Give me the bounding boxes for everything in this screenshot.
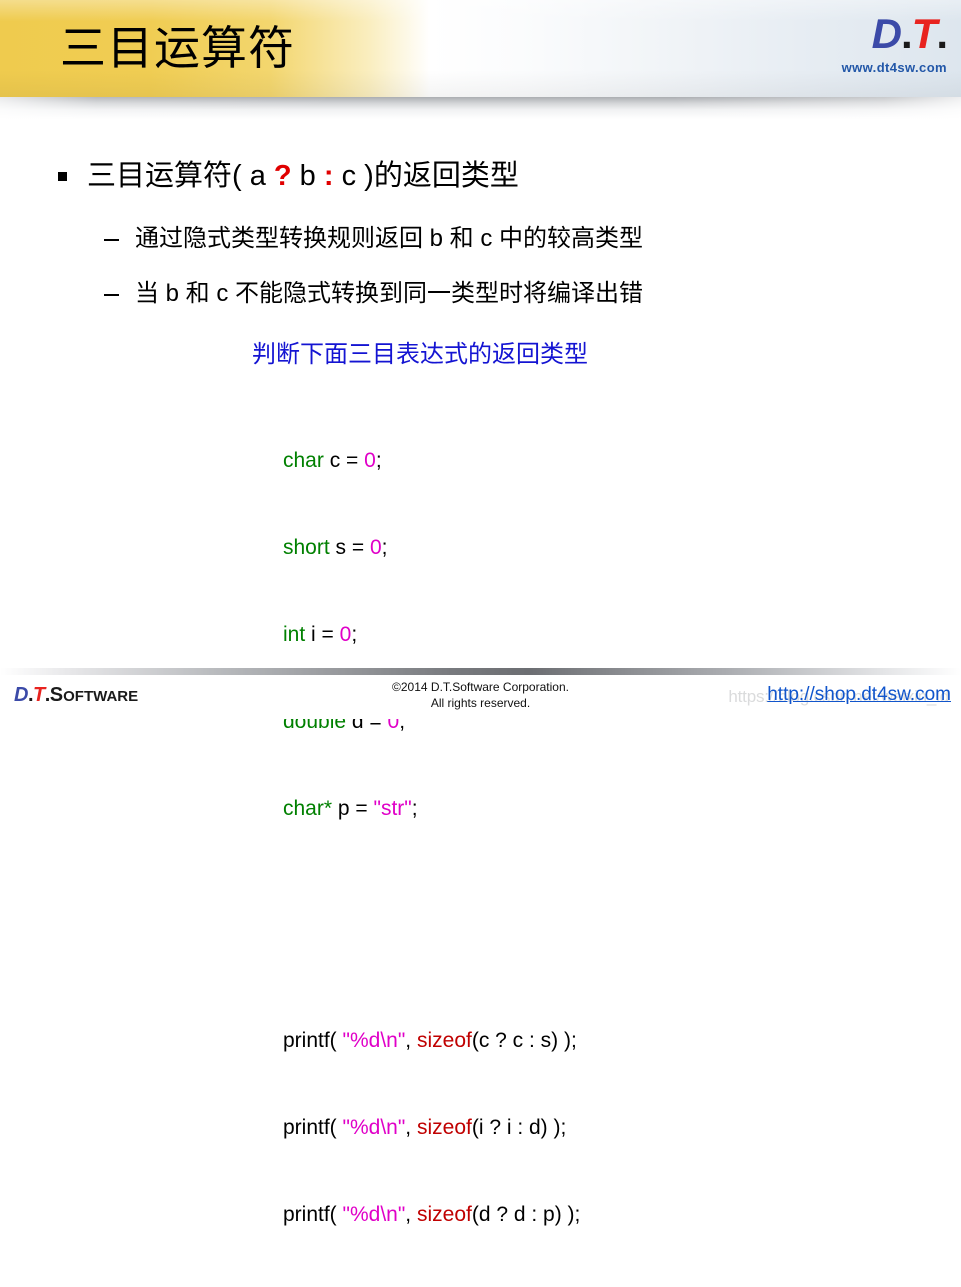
code-line: printf( "%d\n", sizeof(i ? i : d) ); [283, 1113, 580, 1142]
logo-dot-2: . [936, 10, 948, 57]
shop-link-container: https://blog.csdn.net/weixin_id http://s… [728, 683, 951, 709]
square-bullet-icon [58, 172, 67, 181]
code-line: int i = 0; [283, 620, 580, 649]
bullet-level2-2: 当 b 和 c 不能隐式转换到同一类型时将编译出错 [104, 277, 643, 311]
code-block: char c = 0; short s = 0; int i = 0; doub… [283, 388, 580, 1287]
bullet-text-suffix: c )的返回类型 [333, 160, 519, 192]
code-literal: 0 [369, 536, 382, 559]
code-text: , [405, 1116, 417, 1139]
bullet-level1: 三目运算符( a ? b : c )的返回类型 [58, 157, 519, 195]
brand-logo-top: D.T. www.dt4sw.com [841, 10, 948, 75]
code-line: printf( "%d\n", sizeof(c ? c : s) ); [283, 1026, 580, 1055]
code-function: sizeof [416, 1029, 472, 1052]
brand-url: www.dt4sw.com [841, 60, 947, 75]
slide-body: 三目运算符( a ? b : c )的返回类型 通过隐式类型转换规则返回 b 和… [0, 119, 961, 1226]
code-text: ; [411, 797, 418, 820]
shop-url-link[interactable]: http://shop.dt4sw.com [767, 684, 951, 705]
code-section-heading: 判断下面三目表达式的返回类型 [252, 341, 588, 368]
code-literal: 0 [339, 623, 352, 646]
code-line: char* p = "str"; [283, 794, 580, 823]
code-literal: "%d\n" [342, 1203, 406, 1226]
code-line: char c = 0; [283, 446, 580, 475]
bullet-text-prefix: 三目运算符( a [87, 160, 274, 192]
code-literal: 0 [364, 449, 376, 472]
brand-logo-mark: D.T. [842, 10, 948, 57]
header-shadow-divider [0, 97, 961, 119]
code-text: c = [323, 449, 365, 472]
footer-divider [0, 668, 961, 675]
dash-bullet-icon [104, 294, 119, 296]
code-function: sizeof [416, 1203, 472, 1226]
code-text: i = [305, 623, 340, 646]
code-literal: "%d\n" [342, 1116, 406, 1139]
ternary-question-operator: ? [273, 160, 292, 192]
bullet-level2-1: 通过隐式类型转换规则返回 b 和 c 中的较高类型 [104, 222, 643, 256]
code-literal: "str" [373, 797, 412, 820]
slide-footer: D.T.SOFTWARE ©2014 D.T.Software Corporat… [0, 675, 961, 719]
code-text: (i ? i : d) ); [471, 1116, 567, 1139]
slide-header: 三目运算符 D.T. www.dt4sw.com [0, 0, 961, 97]
code-keyword: short [283, 536, 330, 559]
bullet-level1-text: 三目运算符( a ? b : c )的返回类型 [87, 157, 519, 195]
code-line: printf( "%d\n", sizeof(d ? d : p) ); [283, 1200, 580, 1229]
ternary-colon-operator: : [323, 160, 334, 192]
bullet-level2-2-text: 当 b 和 c 不能隐式转换到同一类型时将编译出错 [135, 280, 644, 307]
code-text: (d ? d : p) ); [471, 1203, 581, 1226]
code-text: ; [375, 449, 382, 472]
code-text: ; [351, 623, 358, 646]
code-literal: "%d\n" [342, 1029, 406, 1052]
bullet-level2-1-text: 通过隐式类型转换规则返回 b 和 c 中的较高类型 [135, 225, 644, 252]
code-text: (c ? c : s) ); [471, 1029, 577, 1052]
logo-dot-1: . [901, 10, 913, 57]
code-line: short s = 0; [283, 533, 580, 562]
bullet-text-mid: b [291, 160, 324, 192]
code-keyword: char* [283, 797, 333, 820]
code-text: printf( [283, 1116, 343, 1139]
code-keyword: char [283, 449, 324, 472]
code-text: , [405, 1203, 417, 1226]
code-function: sizeof [416, 1116, 472, 1139]
logo-letter-d: D [871, 10, 902, 57]
code-text: , [405, 1029, 417, 1052]
code-text: printf( [283, 1203, 343, 1226]
logo-letter-t: T [911, 10, 938, 57]
code-text: ; [381, 536, 388, 559]
dash-bullet-icon [104, 239, 119, 241]
code-text: s = [329, 536, 370, 559]
page-title: 三目运算符 [60, 22, 295, 74]
code-text: p = [332, 797, 374, 820]
code-text: printf( [283, 1029, 343, 1052]
code-keyword: int [283, 623, 306, 646]
